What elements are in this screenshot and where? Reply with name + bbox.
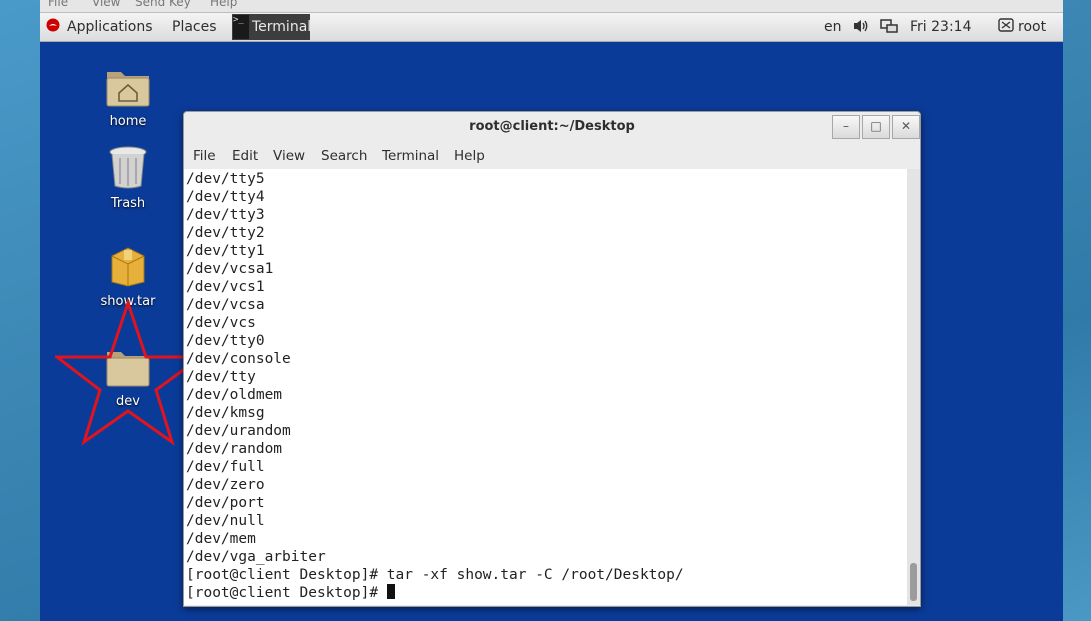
terminal-line: /dev/console [186,351,291,367]
terminal-cursor [386,584,395,599]
terminal-output[interactable]: /dev/tty5/dev/tty4/dev/tty3/dev/tty2/dev… [184,169,907,605]
menu-view[interactable]: View [273,148,305,164]
language-indicator[interactable]: en [824,19,842,35]
terminal-prompt: [root@client Desktop]# [186,585,387,601]
top-panel: Applications Places >_ Terminal en Fri 2… [40,13,1063,42]
terminal-line: /dev/tty4 [186,189,265,205]
terminal-line: /dev/vcs [186,315,256,331]
guest-desktop: Applications Places >_ Terminal en Fri 2… [40,13,1063,621]
terminal-line: /dev/tty2 [186,225,265,241]
menu-file[interactable]: File [193,148,216,164]
clock[interactable]: Fri 23:14 [910,19,971,35]
terminal-prompt-line[interactable]: [root@client Desktop]# [186,584,684,602]
terminal-line: /dev/mem [186,531,256,547]
terminal-line: /dev/tty1 [186,243,265,259]
terminal-line: /dev/null [186,513,265,529]
terminal-line: /dev/full [186,459,265,475]
terminal-line: /dev/vcsa [186,297,265,313]
host-menu-file[interactable]: File [48,0,68,9]
host-menu-help[interactable]: Help [210,0,237,9]
menu-search[interactable]: Search [321,148,367,164]
terminal-line: /dev/oldmem [186,387,283,403]
terminal-thumbnail-icon: >_ [233,15,249,39]
terminal-line: /dev/vcs1 [186,279,265,295]
terminal-scrollbar[interactable] [907,169,920,605]
desktop-icon-trash-label: Trash [110,196,146,211]
terminal-line: /dev/tty0 [186,333,265,349]
host-menubar: File View Send Key Help [40,0,1063,13]
menu-terminal[interactable]: Terminal [382,148,439,164]
desktop-icon-home[interactable]: home [83,66,173,129]
terminal-title: root@client:~/Desktop [469,119,635,134]
terminal-line: /dev/kmsg [186,405,265,421]
host-menu-sendkey[interactable]: Send Key [135,0,191,9]
applications-menu[interactable]: Applications [67,19,153,35]
terminal-line: /dev/vga_arbiter [186,549,326,565]
terminal-line: /dev/urandom [186,423,291,439]
desktop-icon-home-label: home [109,114,147,129]
terminal-line: /dev/tty [186,369,256,385]
close-button[interactable]: ✕ [892,115,920,139]
terminal-line: /dev/random [186,441,283,457]
terminal-line: /dev/vcsa1 [186,261,274,277]
user-icon [998,18,1014,36]
terminal-window[interactable]: root@client:~/Desktop – □ ✕ File Edit Vi… [183,111,921,607]
taskbar-terminal-button[interactable]: >_ Terminal [232,14,312,40]
desktop-icon-trash[interactable]: Trash [83,144,173,211]
terminal-lines: /dev/tty5/dev/tty4/dev/tty3/dev/tty2/dev… [186,170,684,602]
terminal-menubar: File Edit View Search Terminal Help [184,145,920,169]
volume-icon[interactable] [852,18,870,38]
trash-icon [109,146,147,189]
menu-help[interactable]: Help [454,148,485,164]
user-menu[interactable]: root [1018,19,1046,35]
terminal-line: /dev/tty3 [186,207,265,223]
host-menu-view[interactable]: View [92,0,120,9]
terminal-line: /dev/tty5 [186,171,265,187]
taskbar-terminal-label: Terminal [252,19,312,35]
redhat-logo-icon [46,18,60,36]
maximize-button[interactable]: □ [862,115,890,139]
scrollbar-thumb[interactable] [910,563,917,601]
places-menu[interactable]: Places [172,19,217,35]
terminal-line: [root@client Desktop]# tar -xf show.tar … [186,567,684,583]
home-folder-icon [106,72,150,107]
archive-icon [111,247,145,287]
terminal-line: /dev/port [186,495,265,511]
network-icon[interactable] [880,18,898,38]
minimize-button[interactable]: – [832,115,860,139]
menu-edit[interactable]: Edit [232,148,258,164]
terminal-line: /dev/zero [186,477,265,493]
